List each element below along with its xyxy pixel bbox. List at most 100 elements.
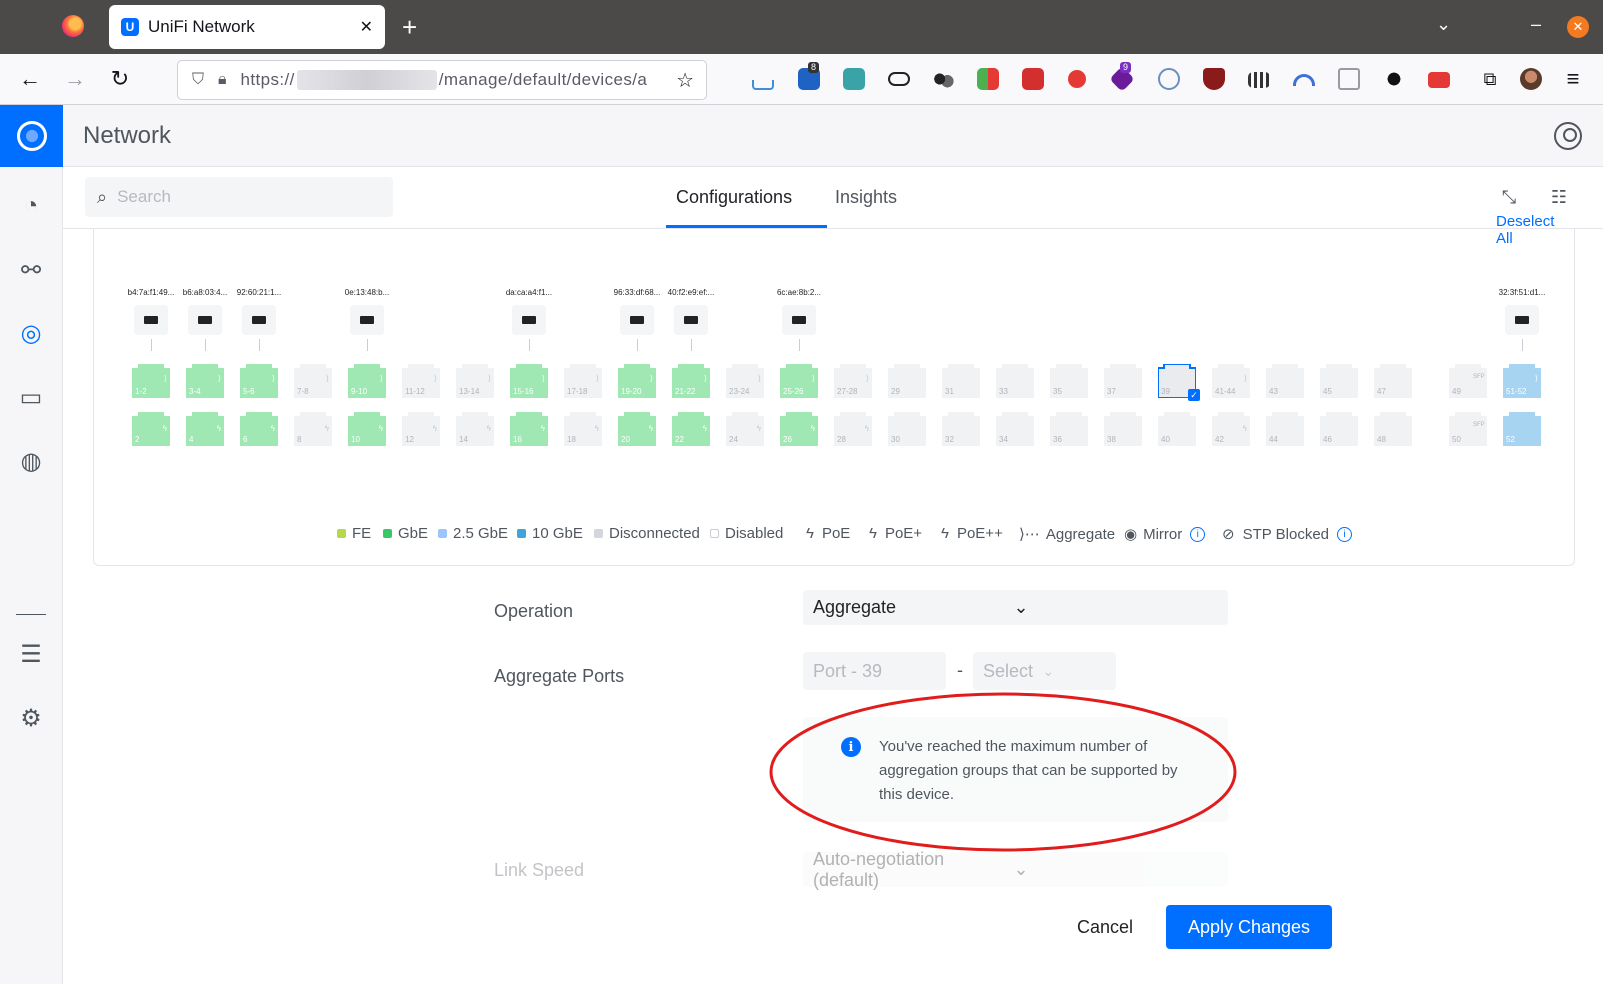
tab-close-icon[interactable]: ✕ [360,17,373,37]
port-9-10[interactable]: 9-10 ⟩ [348,364,386,398]
port-28[interactable]: 28 ϟ [834,412,872,446]
extension-multicolor-icon[interactable] [977,68,999,90]
port-11-12[interactable]: 11-12 ⟩ [402,364,440,398]
ublock-icon[interactable] [1203,68,1225,90]
reload-icon[interactable]: ↻ [105,64,135,94]
extension-red-icon[interactable] [1022,68,1044,90]
unifi-logo[interactable] [0,105,63,167]
port-5-6[interactable]: 5-6 ⟩ [240,364,278,398]
port-29[interactable]: 29 [888,364,926,398]
user-account-icon[interactable] [1554,122,1582,150]
port-24[interactable]: 24 ϟ [726,412,764,446]
browser-tab-unifi[interactable]: U UniFi Network ✕ [109,5,385,49]
port-35[interactable]: 35 [1050,364,1088,398]
clipboard-icon[interactable] [1338,68,1360,90]
devices-icon[interactable]: ◎ [16,318,46,348]
mirror-info-icon[interactable]: i [1190,526,1206,542]
port-48[interactable]: 48 [1374,412,1412,446]
port-26[interactable]: 26 ϟ [780,412,818,446]
shield-icon[interactable]: ⛉ [192,71,204,89]
tab-list-chevron-icon[interactable]: ⌄ [1436,14,1451,35]
port-41-44[interactable]: 41-44 ⟩ [1212,364,1250,398]
glasses-icon[interactable] [932,68,954,90]
aggregate-end-select[interactable]: Select ⌄ [973,652,1116,690]
port-7-8[interactable]: 7-8 ⟩ [294,364,332,398]
screenshot-icon[interactable] [1428,72,1450,88]
logs-icon[interactable]: ☰ [16,639,46,669]
sfp-port-49[interactable]: 49 [1449,364,1487,398]
port-47[interactable]: 47 [1374,364,1412,398]
port-43[interactable]: 43 [1266,364,1304,398]
search-input[interactable] [117,187,368,207]
port-14[interactable]: 14 ϟ [456,412,494,446]
window-minimize-icon[interactable]: – [1531,14,1541,35]
port-21-22[interactable]: 21-22 ⟩ [672,364,710,398]
sfp-port-51-52[interactable]: 51-52 ⟩ [1503,364,1541,398]
arch-extension-icon[interactable] [1293,74,1315,86]
port-17-18[interactable]: 17-18 ⟩ [564,364,602,398]
port-40[interactable]: 40 [1158,412,1196,446]
lock-icon[interactable]: 🔒︎ [218,71,227,89]
globe-icon[interactable] [1158,68,1180,90]
search-box[interactable]: ⌕ [85,177,393,217]
port-12[interactable]: 12 ϟ [402,412,440,446]
port-2[interactable]: 2ϟ [132,412,170,446]
topology-icon[interactable]: ⚯ [16,255,46,285]
connected-device-icon[interactable] [512,305,546,335]
url-bar[interactable]: ⛉ 🔒︎ https:///manage/default/devices/a ☆ [177,60,707,100]
port-23-24[interactable]: 23-24 ⟩ [726,364,764,398]
port-13-14[interactable]: 13-14 ⟩ [456,364,494,398]
save-icon[interactable] [843,68,865,90]
settings-gear-icon[interactable]: ⚙ [16,703,46,733]
insights-radar-icon[interactable]: ◍ [16,446,46,476]
connected-device-icon[interactable] [674,305,708,335]
sfp-port-50[interactable]: 50 [1449,412,1487,446]
link-speed-select[interactable]: Auto-negotiation (default) ⌄ [803,849,1228,890]
port-25-26[interactable]: 25-26 ⟩ [780,364,818,398]
window-close-icon[interactable]: ✕ [1567,16,1589,38]
tab-insights[interactable]: Insights [835,187,897,208]
connected-device-icon[interactable] [188,305,222,335]
port-33[interactable]: 33 [996,364,1034,398]
cancel-button[interactable]: Cancel [1062,905,1148,949]
port-46[interactable]: 46 [1320,412,1358,446]
grid-extension-icon[interactable] [1248,72,1270,88]
port-6[interactable]: 6ϟ [240,412,278,446]
port-30[interactable]: 30 [888,412,926,446]
filter-sliders-icon[interactable]: ☷ [1547,185,1571,209]
url-text[interactable]: https:///manage/default/devices/a [241,70,677,91]
new-tab-button[interactable]: + [402,12,417,43]
port-1-2[interactable]: 1-2 ⟩ [132,364,170,398]
connected-device-icon[interactable] [134,305,168,335]
port-22[interactable]: 22 ϟ [672,412,710,446]
port-38[interactable]: 38 [1104,412,1142,446]
port-27-28[interactable]: 27-28 ⟩ [834,364,872,398]
port-37[interactable]: 37 [1104,364,1142,398]
port-19-20[interactable]: 19-20 ⟩ [618,364,656,398]
port-4[interactable]: 4ϟ [186,412,224,446]
port-16[interactable]: 16 ϟ [510,412,548,446]
port-42[interactable]: 42 ϟ [1212,412,1250,446]
dashboard-icon[interactable]: ◔ [16,191,46,221]
cloud-icon[interactable] [888,72,910,86]
operation-select[interactable]: Aggregate ⌄ [803,590,1228,625]
port-45[interactable]: 45 [1320,364,1358,398]
extensions-puzzle-icon[interactable]: ⧉ [1475,64,1505,94]
record-icon[interactable] [1068,70,1086,88]
connected-device-icon[interactable] [242,305,276,335]
port-36[interactable]: 36 [1050,412,1088,446]
port-34[interactable]: 34 [996,412,1034,446]
deselect-all-link[interactable]: Deselect All [1496,213,1574,247]
port-8[interactable]: 8ϟ [294,412,332,446]
port-3-4[interactable]: 3-4 ⟩ [186,364,224,398]
port-15-16[interactable]: 15-16 ⟩ [510,364,548,398]
port-32[interactable]: 32 [942,412,980,446]
profile-avatar[interactable] [1520,68,1542,90]
connected-device-icon[interactable] [350,305,384,335]
port-18[interactable]: 18 ϟ [564,412,602,446]
stp-info-icon[interactable]: i [1337,526,1353,542]
back-arrow-icon[interactable]: ← [15,64,45,94]
firefox-icon[interactable] [62,15,84,37]
paw-icon[interactable] [1383,68,1405,90]
port-10[interactable]: 10 ϟ [348,412,386,446]
